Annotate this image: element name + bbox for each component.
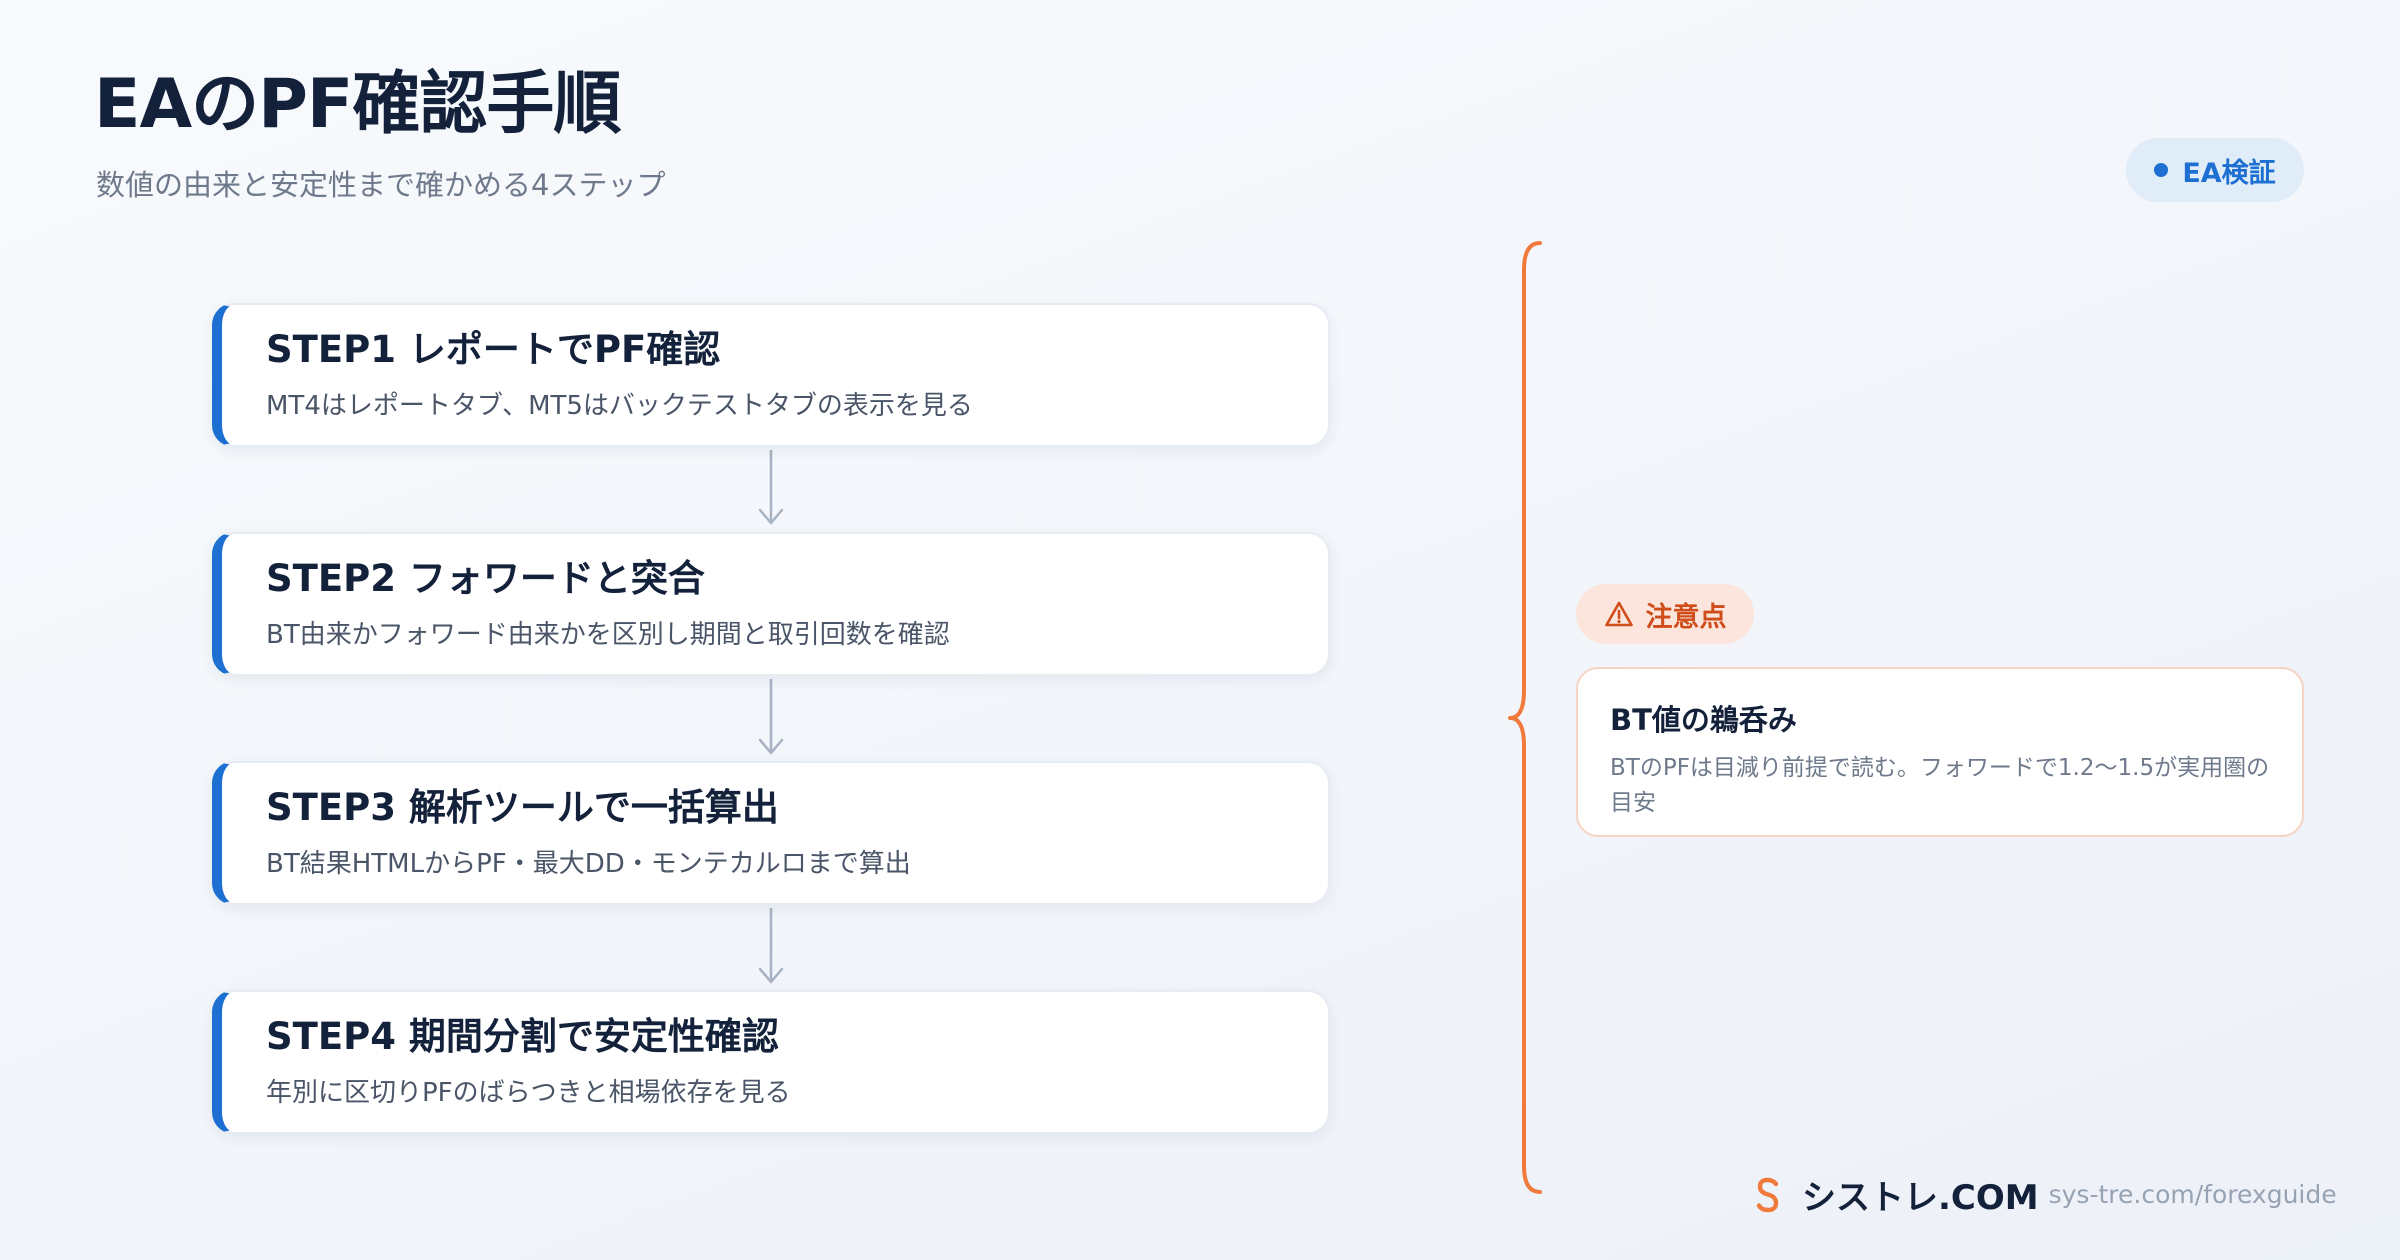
footer-brand: シストレ.COM sys-tre.com/forexguide	[1754, 1170, 2337, 1219]
s-logo-icon	[1754, 1177, 1782, 1213]
step-title: STEP4 期間分割で安定性確認	[266, 1015, 779, 1058]
caution-badge: 注意点	[1576, 584, 1754, 644]
warning-triangle-icon	[1604, 601, 1633, 627]
step-title: STEP1 レポートでPF確認	[266, 328, 721, 371]
step-card-1: STEP1 レポートでPF確認 MT4はレポートタブ、MT5はバックテストタブの…	[212, 303, 1330, 447]
arrow-down-icon	[758, 450, 784, 525]
brand-url: sys-tre.com/forexguide	[2048, 1180, 2337, 1209]
caution-badge-label: 注意点	[1645, 601, 1727, 633]
caution-card: BT値の鵜呑み BTのPFは目減り前提で読む。フォワードで1.2〜1.5が実用圏…	[1576, 667, 2304, 837]
brand-name: シストレ.COM	[1802, 1178, 2039, 1218]
arrow-down-icon	[758, 679, 784, 755]
grouping-bracket	[1508, 241, 1542, 1194]
step-description: BT結果HTMLからPF・最大DD・モンテカルロまで算出	[266, 849, 911, 880]
step-description: BT由来かフォワード由来かを区別し期間と取引回数を確認	[266, 620, 950, 651]
caution-title: BT値の鵜呑み	[1610, 703, 1797, 737]
step-card-3: STEP3 解析ツールで一括算出 BT結果HTMLからPF・最大DD・モンテカル…	[212, 761, 1330, 905]
step-card-2: STEP2 フォワードと突合 BT由来かフォワード由来かを区別し期間と取引回数を…	[212, 532, 1330, 676]
caution-text: BTのPFは目減り前提で読む。フォワードで1.2〜1.5が実用圏の目安	[1610, 755, 2270, 816]
arrow-down-icon	[758, 908, 784, 984]
step-title: STEP2 フォワードと突合	[266, 557, 705, 600]
step-title: STEP3 解析ツールで一括算出	[266, 786, 779, 829]
step-description: MT4はレポートタブ、MT5はバックテストタブの表示を見る	[266, 391, 973, 422]
step-description: 年別に区切りPFのばらつきと相場依存を見る	[266, 1078, 791, 1109]
step-card-4: STEP4 期間分割で安定性確認 年別に区切りPFのばらつきと相場依存を見る	[212, 990, 1330, 1134]
